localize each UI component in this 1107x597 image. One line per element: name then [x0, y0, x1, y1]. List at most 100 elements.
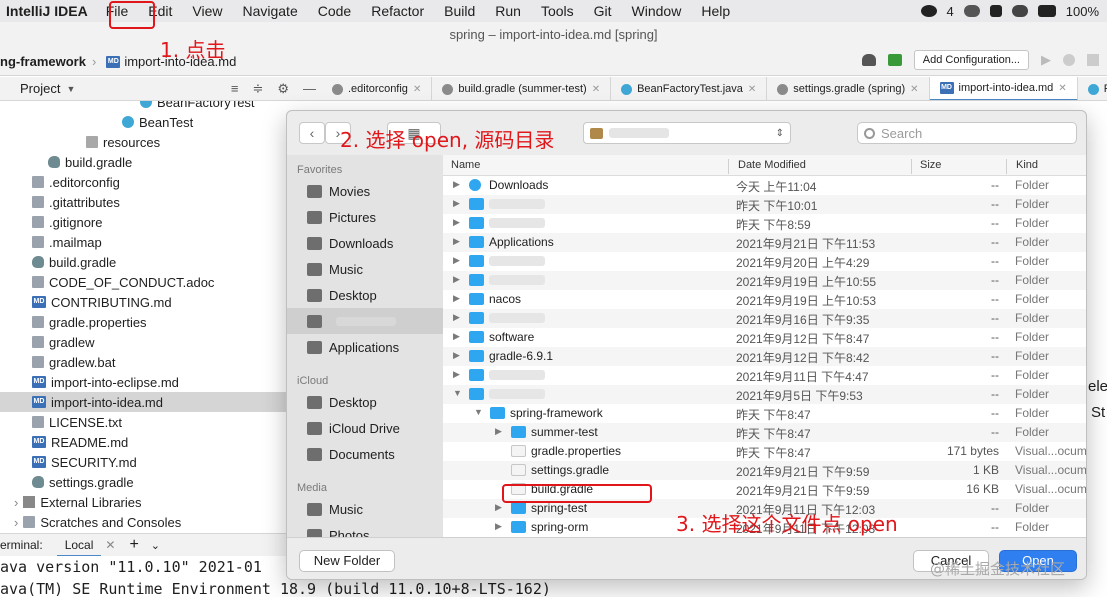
menu-help[interactable]: Help	[701, 3, 730, 19]
tree-item[interactable]: gradlew	[32, 332, 95, 352]
sidebar-item[interactable]: Desktop	[287, 389, 443, 415]
disclosure-open-icon[interactable]: ▼	[453, 388, 462, 398]
hide-icon[interactable]: —	[303, 81, 316, 97]
menu-tools[interactable]: Tools	[541, 3, 574, 19]
sidebar-item[interactable]: Music	[287, 256, 443, 282]
sidebar-item[interactable]: Applications	[287, 334, 443, 360]
menu-refactor[interactable]: Refactor	[371, 3, 424, 19]
file-row[interactable]: ▶ summer-test 昨天 下午8:47 -- Folder	[443, 423, 1086, 442]
menu-build[interactable]: Build	[444, 3, 475, 19]
disclosure-closed-icon[interactable]: ▶	[453, 255, 460, 266]
tree-item[interactable]: .mailmap	[32, 232, 102, 252]
menu-code[interactable]: Code	[318, 3, 351, 19]
close-icon[interactable]: ✕	[413, 84, 421, 95]
tree-item[interactable]: › External Libraries	[14, 492, 142, 512]
tree-item[interactable]: settings.gradle	[32, 472, 134, 492]
search-field[interactable]: Search	[857, 122, 1077, 144]
menu-run[interactable]: Run	[495, 3, 521, 19]
disclosure-closed-icon[interactable]: ▶	[453, 350, 460, 361]
disclosure-open-icon[interactable]: ▼	[474, 407, 483, 417]
tree-item[interactable]: .editorconfig	[32, 172, 120, 192]
expand-arrow-icon[interactable]: ›	[14, 495, 18, 510]
file-row[interactable]: ▶ 2021年9月20日 上午4:29 -- Folder	[443, 252, 1086, 271]
expand-arrow-icon[interactable]: ›	[14, 515, 18, 530]
tab-build-gradle-summer-test[interactable]: build.gradle (summer-test) ✕	[432, 77, 612, 100]
back-button[interactable]: ‹	[299, 122, 325, 144]
coverage-icon[interactable]	[1087, 54, 1099, 66]
tree-item[interactable]: .gitignore	[32, 212, 102, 232]
menu-window[interactable]: Window	[632, 3, 682, 19]
tab-settings-gradle[interactable]: settings.gradle (spring) ✕	[767, 77, 930, 100]
tree-item[interactable]: .gitattributes	[32, 192, 120, 212]
file-row[interactable]: ▶ 昨天 下午8:59 -- Folder	[443, 214, 1086, 233]
tree-item[interactable]: resources	[86, 132, 160, 152]
tree-item[interactable]: build.gradle	[48, 152, 132, 172]
gear-icon[interactable]: ⚙	[277, 81, 289, 97]
disclosure-closed-icon[interactable]: ▶	[453, 217, 460, 228]
project-view-selector[interactable]: Project	[20, 81, 60, 96]
terminal-tab-local[interactable]: Local	[56, 534, 102, 557]
column-kind[interactable]: Kind	[1016, 159, 1038, 171]
disclosure-closed-icon[interactable]: ▶	[453, 198, 460, 209]
sidebar-item[interactable]: Pictures	[287, 204, 443, 230]
file-row[interactable]: ▶ 2021年9月19日 上午10:55 -- Folder	[443, 271, 1086, 290]
sidebar-item[interactable]: Desktop	[287, 282, 443, 308]
file-row[interactable]: ▶ software 2021年9月12日 下午8:47 -- Folder	[443, 328, 1086, 347]
file-row[interactable]: ▶ Applications 2021年9月21日 下午11:53 -- Folder	[443, 233, 1086, 252]
disclosure-closed-icon[interactable]: ▶	[495, 426, 502, 437]
tree-item[interactable]: MD CONTRIBUTING.md	[32, 292, 172, 312]
disclosure-closed-icon[interactable]: ▶	[453, 179, 460, 190]
link-icon[interactable]	[1011, 5, 1028, 17]
sidebar-item[interactable]	[287, 308, 443, 334]
column-date-modified[interactable]: Date Modified	[738, 159, 806, 171]
disclosure-closed-icon[interactable]: ▶	[495, 502, 502, 513]
file-row[interactable]: ▶ gradle-6.9.1 2021年9月12日 下午8:42 -- Folder	[443, 347, 1086, 366]
column-name[interactable]: Name	[451, 159, 480, 171]
sidebar-item[interactable]: iCloud Drive	[287, 415, 443, 441]
sidebar-item[interactable]: Music	[287, 496, 443, 522]
tree-item[interactable]: BeanFactoryTest	[140, 101, 255, 112]
menu-view[interactable]: View	[192, 3, 222, 19]
disclosure-closed-icon[interactable]: ▶	[453, 274, 460, 285]
tree-item[interactable]: MD import-into-idea.md	[0, 392, 322, 412]
menu-git[interactable]: Git	[594, 3, 612, 19]
close-icon[interactable]: ✕	[105, 538, 115, 552]
cloud-icon[interactable]	[963, 5, 980, 17]
sidebar-item[interactable]: Photos	[287, 522, 443, 537]
close-icon[interactable]: ✕	[748, 84, 756, 95]
file-row[interactable]: ▶ Downloads 今天 上午11:04 -- Folder	[443, 176, 1086, 195]
menu-navigate[interactable]: Navigate	[242, 3, 297, 19]
sidebar-item[interactable]: Movies	[287, 178, 443, 204]
close-icon[interactable]: ✕	[592, 84, 600, 95]
tab-import-into-idea[interactable]: MD import-into-idea.md ✕	[929, 77, 1078, 100]
tab-overflow[interactable]: F	[1078, 77, 1107, 100]
sidebar-item[interactable]: Downloads	[287, 230, 443, 256]
close-icon[interactable]: ✕	[1058, 83, 1066, 94]
file-row[interactable]: ▶ nacos 2021年9月19日 上午10:53 -- Folder	[443, 290, 1086, 309]
disclosure-closed-icon[interactable]: ▶	[453, 293, 460, 304]
collapse-all-icon[interactable]: ≡	[231, 81, 239, 97]
file-row[interactable]: gradle.properties 昨天 下午8:47 171 bytes Visua…	[443, 442, 1086, 461]
disclosure-closed-icon[interactable]: ▶	[453, 369, 460, 380]
file-row[interactable]: ▶ 2021年9月16日 下午9:35 -- Folder	[443, 309, 1086, 328]
wechat-icon[interactable]	[920, 5, 937, 17]
app-menu[interactable]: IntelliJ IDEA	[6, 3, 88, 19]
tree-item[interactable]: MD import-into-eclipse.md	[32, 372, 179, 392]
file-row[interactable]: settings.gradle 2021年9月21日 下午9:59 1 KB Visu…	[443, 461, 1086, 480]
file-row[interactable]: ▼ spring-framework 昨天 下午8:47 -- Folder	[443, 404, 1086, 423]
chevron-down-icon[interactable]: ⌄	[151, 539, 160, 552]
tree-item[interactable]: LICENSE.txt	[32, 412, 122, 432]
hammer-icon[interactable]	[887, 54, 902, 66]
tab-beanfactorytest[interactable]: BeanFactoryTest.java ✕	[611, 77, 768, 100]
breadcrumb-project[interactable]: ng-framework	[0, 54, 86, 69]
disclosure-closed-icon[interactable]: ▶	[453, 331, 460, 342]
path-popup[interactable]: ⇕	[583, 122, 791, 144]
close-icon[interactable]: ✕	[910, 84, 918, 95]
file-row[interactable]: ▼ 2021年9月5日 下午9:53 -- Folder	[443, 385, 1086, 404]
user-icon[interactable]	[861, 54, 876, 66]
new-folder-button[interactable]: New Folder	[299, 550, 395, 572]
tab-editorconfig[interactable]: .editorconfig ✕	[322, 77, 433, 100]
tree-item[interactable]: BeanTest	[122, 112, 193, 132]
plus-icon[interactable]: +	[129, 536, 138, 554]
tree-item[interactable]: MD README.md	[32, 432, 128, 452]
